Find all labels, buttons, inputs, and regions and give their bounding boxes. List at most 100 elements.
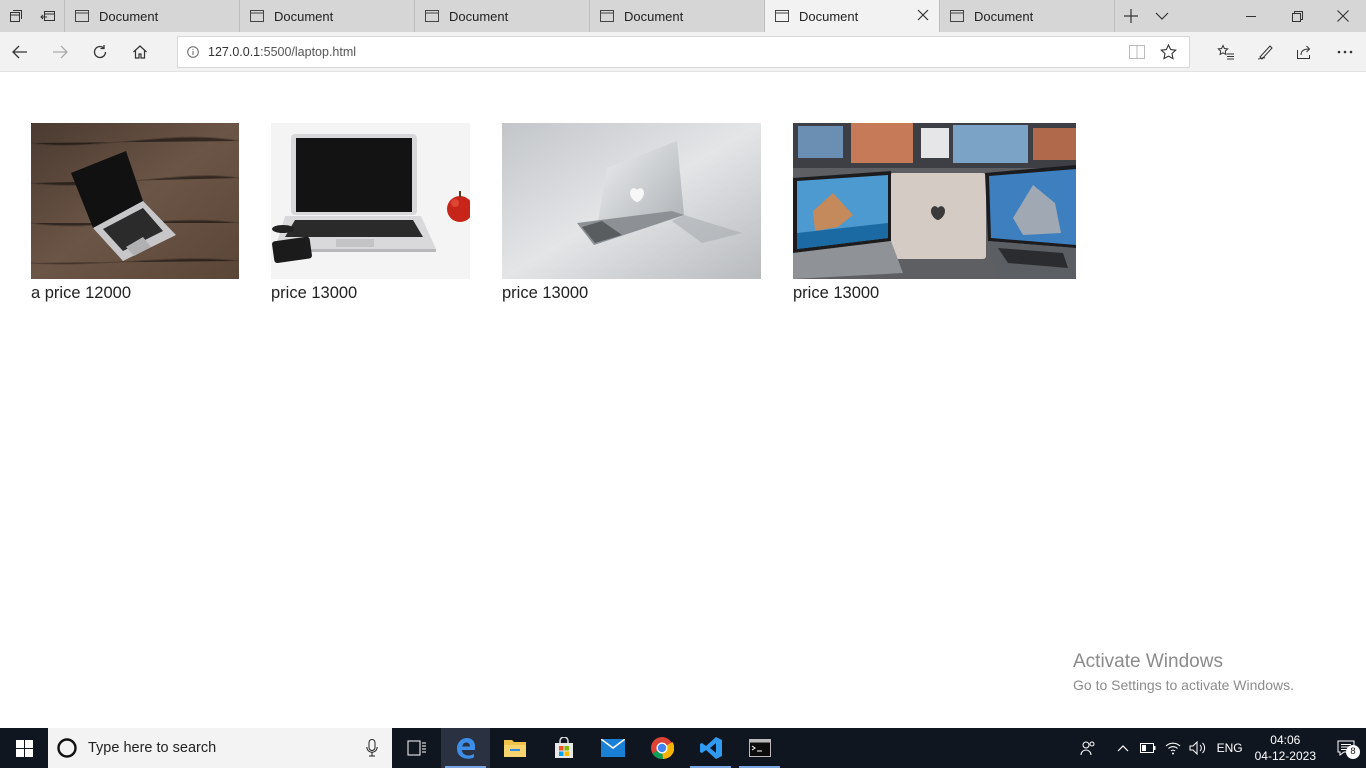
pen-icon — [1257, 45, 1273, 60]
product-image — [793, 123, 1076, 279]
share-button[interactable] — [1285, 32, 1325, 72]
home-icon — [133, 45, 147, 59]
product-image — [271, 123, 470, 279]
taskbar-search-box[interactable]: Type here to search — [48, 728, 392, 768]
url-path: :5500/laptop.html — [260, 45, 357, 59]
forward-arrow-icon — [53, 45, 68, 59]
page-icon — [75, 10, 89, 22]
forward-button[interactable] — [40, 32, 80, 72]
action-center-button[interactable]: 8 — [1326, 728, 1366, 768]
home-button[interactable] — [120, 32, 160, 72]
task-view-icon — [407, 740, 426, 756]
navigation-bar: 127.0.0.1:5500/laptop.html — [0, 32, 1366, 72]
close-window-button[interactable] — [1320, 0, 1366, 32]
new-tab-button[interactable] — [1114, 0, 1146, 32]
product-image — [502, 123, 761, 279]
tab-title: Document — [799, 8, 859, 24]
system-tray: ENG 04:06 04-12-2023 8 — [1076, 728, 1366, 768]
taskbar-mail[interactable] — [588, 728, 637, 768]
minimize-icon — [1246, 15, 1256, 17]
microphone-icon[interactable] — [366, 739, 378, 757]
watermark-title: Activate Windows — [1073, 651, 1223, 672]
more-options-button[interactable] — [1325, 32, 1365, 72]
tab-title: Document — [624, 8, 684, 24]
chevron-down-icon — [1155, 12, 1169, 20]
taskbar-vscode[interactable] — [686, 728, 735, 768]
product-price: price 13000 — [793, 284, 880, 302]
terminal-icon — [748, 739, 771, 757]
wifi-icon[interactable] — [1161, 728, 1186, 768]
vscode-icon — [699, 737, 722, 759]
edge-icon — [456, 738, 475, 759]
address-bar[interactable]: 127.0.0.1:5500/laptop.html — [177, 36, 1190, 68]
page-content: a price 12000 price 13000 price 13000 pr… — [0, 72, 1366, 728]
set-aside-tabs-icon[interactable] — [32, 0, 64, 32]
tab-strip: Document Document Document Document Docu… — [0, 0, 1366, 32]
taskbar-store[interactable] — [539, 728, 588, 768]
people-icon[interactable] — [1076, 728, 1101, 768]
restore-button[interactable] — [1274, 0, 1320, 32]
product-card: price 13000 — [271, 123, 470, 303]
battery-icon[interactable] — [1136, 728, 1161, 768]
folder-icon — [503, 740, 526, 757]
url-text: 127.0.0.1:5500/laptop.html — [208, 45, 356, 59]
product-card: a price 12000 — [31, 123, 239, 303]
url-host: 127.0.0.1 — [208, 45, 261, 59]
windows-logo-icon — [15, 739, 33, 757]
taskbar-chrome[interactable] — [637, 728, 686, 768]
tab-manager-icon[interactable] — [0, 0, 32, 32]
clock[interactable]: 04:06 04-12-2023 — [1249, 732, 1326, 764]
tab-title: Document — [274, 8, 334, 24]
minimize-button[interactable] — [1228, 0, 1274, 32]
product-price: price 13000 — [502, 284, 589, 302]
refresh-button[interactable] — [80, 32, 120, 72]
product-image — [31, 123, 239, 279]
tab-preview-button[interactable] — [1146, 0, 1178, 32]
ellipsis-icon — [1337, 50, 1353, 54]
cortana-icon — [57, 738, 77, 758]
browser-tab[interactable]: Document — [939, 0, 1114, 32]
notification-badge: 8 — [1346, 745, 1360, 759]
product-card: price 13000 — [793, 123, 1076, 303]
page-icon — [425, 10, 439, 22]
mail-icon — [600, 739, 625, 757]
search-placeholder: Type here to search — [88, 740, 217, 756]
plus-icon — [1123, 9, 1138, 23]
page-icon — [775, 10, 789, 22]
taskbar-terminal[interactable] — [735, 728, 784, 768]
back-button[interactable] — [0, 32, 40, 72]
browser-tab[interactable]: Document — [414, 0, 589, 32]
product-card: price 13000 — [502, 123, 761, 303]
close-tab-icon[interactable] — [917, 9, 929, 21]
tab-title: Document — [449, 8, 509, 24]
reading-view-icon[interactable] — [1129, 45, 1145, 59]
volume-icon[interactable] — [1186, 728, 1211, 768]
favorite-star-icon[interactable] — [1160, 44, 1177, 60]
favorites-list-icon — [1217, 44, 1234, 60]
store-bag-icon — [554, 737, 573, 758]
back-arrow-icon — [12, 45, 27, 59]
browser-tab[interactable]: Document — [239, 0, 414, 32]
product-price: a price 12000 — [31, 284, 131, 302]
language-indicator[interactable]: ENG — [1211, 741, 1249, 755]
task-view-button[interactable] — [392, 728, 441, 768]
taskbar-file-explorer[interactable] — [490, 728, 539, 768]
start-button[interactable] — [0, 728, 48, 768]
window-controls — [1228, 0, 1366, 32]
browser-tab-active[interactable]: Document — [764, 0, 939, 32]
chevron-up-icon[interactable] — [1111, 728, 1136, 768]
taskbar-edge[interactable] — [441, 728, 490, 768]
favorites-hub-button[interactable] — [1206, 32, 1246, 72]
taskbar: Type here to search ENG 04:06 04-12-2023… — [0, 728, 1366, 768]
page-icon — [250, 10, 264, 22]
browser-tab[interactable]: Document — [64, 0, 239, 32]
browser-tab[interactable]: Document — [589, 0, 764, 32]
site-info-icon[interactable] — [178, 46, 208, 58]
web-note-button[interactable] — [1246, 32, 1286, 72]
restore-icon — [1291, 10, 1303, 22]
tab-title: Document — [99, 8, 159, 24]
watermark-subtitle: Go to Settings to activate Windows. — [1073, 677, 1294, 693]
clock-time: 04:06 — [1270, 733, 1301, 747]
chrome-icon — [650, 737, 674, 760]
activate-windows-watermark: Activate Windows Go to Settings to activ… — [1073, 651, 1294, 693]
